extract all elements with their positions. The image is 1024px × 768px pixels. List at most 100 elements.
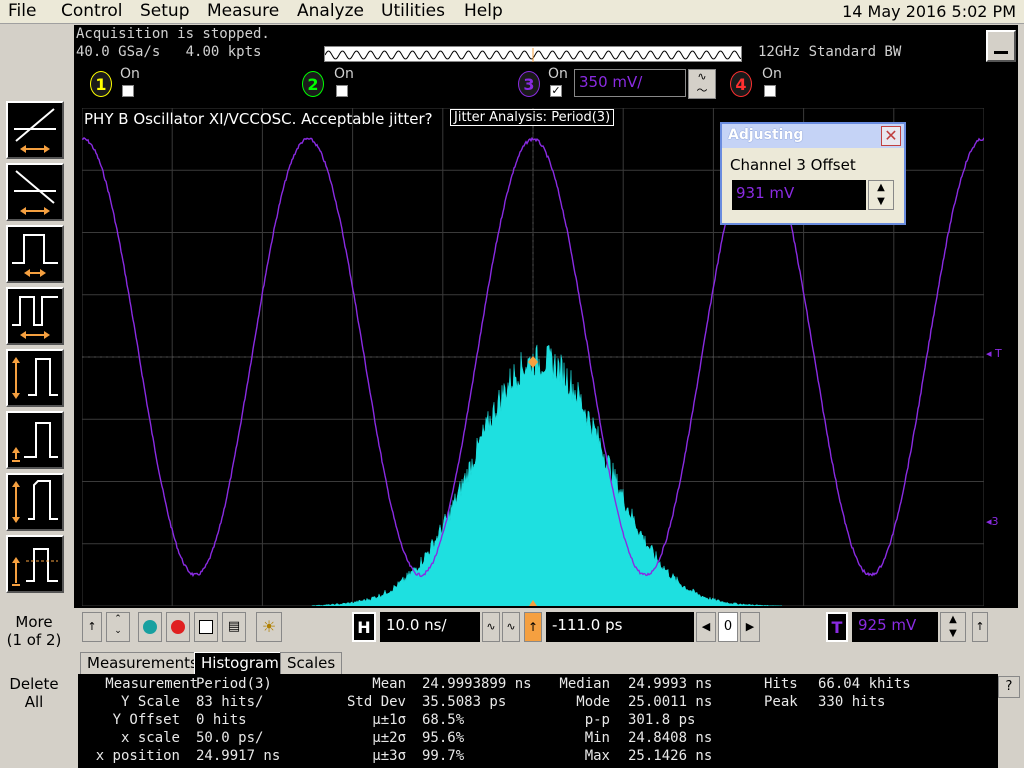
stddev-label: Std Dev [346,694,406,710]
date-time: 14 May 2016 5:02 PM [842,2,1016,21]
menu-setup[interactable]: Setup [140,1,189,21]
period-trigger-button[interactable] [6,287,64,345]
menu-utilities[interactable]: Utilities [381,1,445,21]
timebase-fine-button[interactable]: ∿ [502,612,520,642]
acquisition-status-bar: Acquisition is stopped. 40.0 GSa/s 4.00 … [74,25,1018,65]
offset-spinner[interactable]: ▲ ▼ [868,180,894,210]
max-label: Max [584,748,610,764]
trigger-badge[interactable]: T [826,612,848,642]
channel-3-coupling-button[interactable]: ∿ ～ [688,69,716,99]
delete-sublabel: All [24,693,44,711]
glitch-trigger-button[interactable] [6,411,64,469]
stddev-value: 35.5083 ps [422,694,507,710]
window-trigger-button[interactable] [6,535,64,593]
channel-4-badge[interactable]: 4 [730,71,752,97]
timebase-field[interactable]: 10.0 ns/ [380,612,480,642]
tab-scales[interactable]: Scales [280,652,343,674]
histogram-results: Measurement Period(3) Y Scale 83 hits/ Y… [78,674,998,768]
channel-2-badge[interactable]: 2 [302,71,324,97]
pulse-width-trigger-button[interactable] [6,225,64,283]
xscale-value: 50.0 ps/ [196,730,264,746]
runt-trigger-button[interactable] [6,349,64,407]
pulse-width-icon [12,234,58,277]
channel-1-checkbox[interactable] [122,85,134,97]
print-button[interactable]: ▤ [222,612,246,642]
channel-3-checkbox[interactable]: ✓ [550,85,562,97]
runt-icon [12,357,58,399]
hits-label: Hits [764,676,798,692]
yoffset-value: 0 hits [196,712,247,728]
waveform-overview-bar[interactable] [324,46,742,62]
delay-marker-button[interactable]: ↑ [524,612,542,642]
channel-3-ground-marker: ◂3 [986,515,999,528]
median-value: 24.9993 ns [628,676,713,692]
minimize-button[interactable] [986,30,1016,62]
channel-1-badge[interactable]: 1 [90,71,112,97]
single-icon [199,619,213,634]
control-strip: ↑ ⌃ ⌄ ▤ ☀ H 10.0 ns/ ∿ ∿ ↑ -111.0 ps ◀ 0 … [74,608,1018,650]
printer-icon: ▤ [227,619,241,634]
menu-control[interactable]: Control [61,1,122,21]
more-button[interactable]: More (1 of 2) [4,613,64,649]
yscale-value: 83 hits/ [196,694,264,710]
max-value: 25.1426 ns [628,748,713,764]
channel-4-checkbox[interactable] [764,85,776,97]
stop-button[interactable] [166,612,190,642]
scroll-up-icon[interactable]: ↑ [82,612,102,642]
pp-label: p-p [584,712,610,728]
xscale-label: x scale [120,730,180,746]
autoscale-button[interactable] [138,612,162,642]
close-icon[interactable]: ✕ [881,126,901,146]
menu-analyze[interactable]: Analyze [297,1,364,21]
tab-histogram[interactable]: Histogram [194,652,286,674]
autoscale-icon [143,619,157,634]
menu-file[interactable]: File [8,1,36,21]
falling-edge-trigger-button[interactable] [6,163,64,221]
help-button[interactable]: ? [998,676,1020,698]
channel-2-checkbox[interactable] [336,85,348,97]
histogram [311,344,783,606]
channel-3-offset-field[interactable]: 931 mV [732,180,866,210]
single-button[interactable] [194,612,218,642]
timebase-coarse-button[interactable]: ∿ [482,612,500,642]
tab-measurements[interactable]: Measurements [80,652,205,674]
sigma2-value: 95.6% [422,730,465,746]
zoom-stepper[interactable]: ⌃ ⌄ [106,612,130,642]
peak-label: Peak [764,694,798,710]
min-value: 24.8408 ns [628,730,713,746]
setup-hold-icon [12,480,58,523]
hits-value: 66.04 khits [818,676,911,692]
rising-edge-trigger-button[interactable] [6,101,64,159]
horizontal-badge[interactable]: H [352,612,376,642]
delay-left-button[interactable]: ◀ [696,612,716,642]
xposition-value: 24.9917 ns [196,748,281,764]
window-icon [12,548,58,586]
sample-rate: 40.0 GSa/s [76,44,161,60]
measurement-value: Period(3) [196,676,272,692]
mean-label: Mean [372,676,406,692]
acquisition-settings: 40.0 GSa/s 4.00 kpts [76,44,261,60]
channel-1-on-label: On [120,66,140,82]
bandwidth-label: 12GHz Standard BW [758,44,902,60]
menu-help[interactable]: Help [464,1,503,21]
acquisition-state: Acquisition is stopped. [76,26,270,42]
yoffset-label: Y Offset [112,712,180,728]
trigger-level-spinner[interactable]: ▲ ▼ [940,612,966,642]
more-label: More [15,613,53,631]
peak-value: 330 hits [818,694,886,710]
channel-3-scale-field[interactable]: 350 mV/ [574,69,686,97]
menu-bar: File Control Setup Measure Analyze Utili… [0,0,1024,24]
channel-3-badge[interactable]: 3 [518,71,540,97]
setup-hold-trigger-button[interactable] [6,473,64,531]
adjusting-label: Channel 3 Offset [730,156,856,174]
trigger-level-field[interactable]: 925 mV [852,612,938,642]
yscale-label: Y Scale [120,694,180,710]
delay-right-button[interactable]: ▶ [740,612,760,642]
trigger-up-icon[interactable]: ↑ [972,612,988,642]
delete-all-button[interactable]: Delete All [4,675,64,711]
sigma1-label: μ±1σ [372,712,406,728]
stop-icon [171,619,185,634]
brightness-button[interactable]: ☀ [256,612,282,642]
menu-measure[interactable]: Measure [207,1,279,21]
horizontal-delay-field[interactable]: -111.0 ps [546,612,694,642]
